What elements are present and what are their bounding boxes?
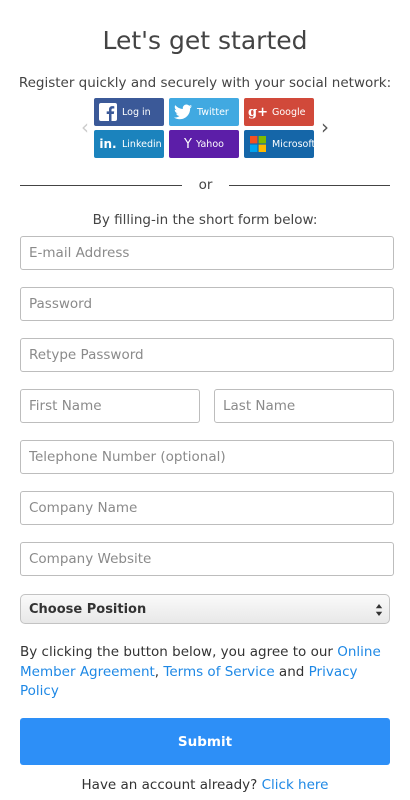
google-plus-icon: g+ bbox=[248, 104, 268, 120]
microsoft-icon bbox=[248, 134, 268, 154]
password-field[interactable] bbox=[20, 287, 394, 321]
agreement-prefix: By clicking the button below, you agree … bbox=[20, 644, 338, 660]
telephone-field[interactable] bbox=[20, 440, 394, 474]
page-title: Let's get started bbox=[102, 26, 308, 55]
company-name-field[interactable] bbox=[20, 491, 394, 525]
agreement-sep-2: and bbox=[274, 663, 309, 680]
facebook-login-button[interactable]: Log in bbox=[94, 98, 164, 126]
linkedin-icon: in. bbox=[99, 137, 117, 151]
select-arrows-icon bbox=[375, 602, 383, 616]
submit-button[interactable]: Submit bbox=[20, 718, 390, 765]
twitter-login-label: Twitter bbox=[197, 106, 229, 118]
chevron-left-icon[interactable]: ‹ bbox=[78, 116, 92, 138]
form-lead-text: By filling-in the short form below: bbox=[92, 212, 318, 228]
retype-password-field[interactable] bbox=[20, 338, 394, 372]
linkedin-login-label: Linkedin bbox=[122, 138, 162, 150]
microsoft-login-label: Microsoft bbox=[272, 138, 314, 150]
chevron-right-icon[interactable]: › bbox=[318, 116, 332, 138]
yahoo-login-button[interactable]: Y Yahoo bbox=[169, 130, 239, 158]
position-select[interactable]: Choose Position bbox=[20, 594, 390, 624]
signin-prompt: Have an account already? Click here bbox=[0, 777, 410, 793]
signin-link[interactable]: Click here bbox=[262, 777, 329, 793]
divider-left bbox=[20, 185, 182, 186]
terms-of-service-link[interactable]: Terms of Service bbox=[163, 664, 274, 680]
google-login-button[interactable]: g+ Google bbox=[244, 98, 314, 126]
agreement-text: By clicking the button below, you agree … bbox=[20, 643, 390, 702]
twitter-icon bbox=[173, 102, 193, 122]
first-name-field[interactable] bbox=[20, 389, 200, 423]
facebook-icon bbox=[98, 102, 118, 122]
linkedin-login-button[interactable]: in. Linkedin bbox=[94, 130, 164, 158]
company-website-field[interactable] bbox=[20, 542, 394, 576]
divider-right bbox=[229, 185, 390, 186]
microsoft-login-button[interactable]: Microsoft bbox=[244, 130, 314, 158]
position-select-value: Choose Position bbox=[29, 601, 147, 617]
social-login-carousel: ‹ Log in Twitter g+ Google in. Linkedin … bbox=[78, 98, 332, 160]
email-field[interactable] bbox=[20, 236, 394, 270]
yahoo-login-label: Yahoo bbox=[195, 138, 224, 150]
twitter-login-button[interactable]: Twitter bbox=[169, 98, 239, 126]
facebook-login-label: Log in bbox=[122, 106, 151, 118]
or-separator: or bbox=[198, 177, 213, 193]
signin-prompt-text: Have an account already? bbox=[81, 777, 262, 793]
social-register-prompt: Register quickly and securely with your … bbox=[18, 75, 392, 91]
yahoo-icon: Y bbox=[184, 136, 192, 152]
google-login-label: Google bbox=[272, 106, 306, 118]
last-name-field[interactable] bbox=[214, 389, 394, 423]
